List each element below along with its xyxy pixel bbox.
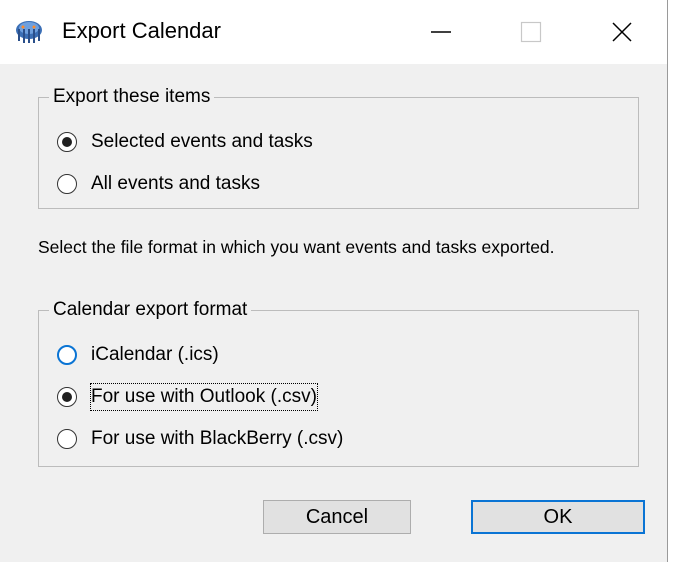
radio-label: Selected events and tasks: [91, 131, 313, 152]
radio-icalendar[interactable]: iCalendar (.ics): [57, 342, 219, 368]
radio-all-events[interactable]: All events and tasks: [57, 171, 260, 197]
radio-label: iCalendar (.ics): [91, 344, 219, 365]
export-calendar-dialog: Export Calendar Export these items Selec…: [0, 0, 668, 562]
export-items-group: Export these items Selected events and t…: [38, 84, 639, 209]
export-items-legend: Export these items: [49, 84, 215, 110]
radio-label: For use with Outlook (.csv): [90, 383, 318, 411]
format-description: Select the file format in which you want…: [38, 237, 555, 257]
export-format-legend: Calendar export format: [49, 297, 252, 323]
radio-selected-events[interactable]: Selected events and tasks: [57, 129, 313, 155]
export-format-group: Calendar export format iCalendar (.ics) …: [38, 297, 639, 467]
title-bar[interactable]: Export Calendar: [0, 0, 667, 64]
radio-button[interactable]: [57, 387, 77, 407]
radio-label: For use with BlackBerry (.csv): [91, 428, 344, 449]
radio-outlook-csv[interactable]: For use with Outlook (.csv): [57, 383, 318, 411]
radio-button[interactable]: [57, 132, 77, 152]
radio-blackberry-csv[interactable]: For use with BlackBerry (.csv): [57, 426, 343, 452]
radio-selected-dot: [62, 137, 72, 147]
radio-button[interactable]: [57, 174, 77, 194]
radio-button[interactable]: [57, 429, 77, 449]
maximize-icon: [520, 21, 542, 43]
minimize-icon: [431, 31, 451, 33]
close-button[interactable]: [578, 0, 666, 64]
maximize-button: [487, 0, 575, 64]
radio-button[interactable]: [57, 345, 77, 365]
cancel-button[interactable]: Cancel: [263, 500, 411, 534]
ok-button[interactable]: OK: [471, 500, 645, 534]
radio-label: All events and tasks: [91, 173, 260, 194]
calendar-app-icon: [16, 21, 42, 43]
close-icon: [612, 22, 632, 42]
minimize-button[interactable]: [397, 0, 485, 64]
radio-selected-dot: [62, 392, 72, 402]
window-title: Export Calendar: [62, 18, 221, 43]
